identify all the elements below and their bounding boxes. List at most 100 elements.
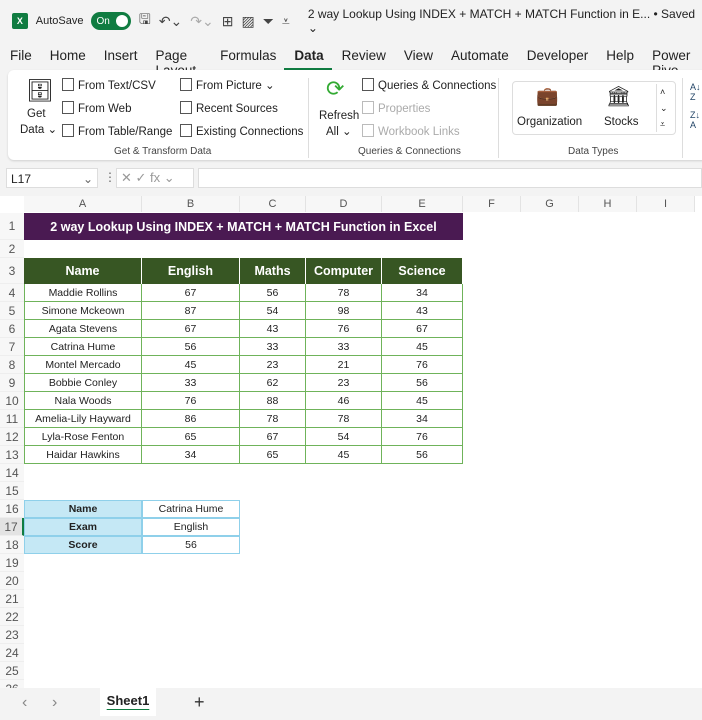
filter-icon[interactable]: ⏷	[263, 13, 274, 30]
spreadsheet-grid[interactable]: A B C D E F G H I 1 2 3 4 5 6 7 8 9 10 11 12 13 14 15 16 17 18 19 20…	[0, 196, 702, 688]
row-header-21[interactable]: 21	[0, 590, 24, 608]
score-cell[interactable]: 67	[142, 284, 240, 302]
score-cell[interactable]: 34	[142, 446, 240, 464]
existing-connections-button[interactable]: Existing Connections	[180, 124, 303, 138]
row-header-18[interactable]: 18	[0, 536, 24, 554]
row-header-10[interactable]: 10	[0, 392, 24, 410]
student-name-cell[interactable]: Agata Stevens	[24, 320, 142, 338]
formula-input[interactable]	[198, 168, 702, 188]
menu-tab-developer[interactable]: Developer	[517, 44, 597, 70]
row-header-8[interactable]: 8	[0, 356, 24, 374]
score-cell[interactable]: 67	[382, 320, 463, 338]
recent-sources-button[interactable]: Recent Sources	[180, 101, 278, 115]
properties-button[interactable]: Properties	[362, 101, 430, 115]
menu-tab-review[interactable]: Review	[332, 44, 394, 70]
menu-tab-view[interactable]: View	[394, 44, 441, 70]
lookup-label-name[interactable]: Name	[24, 500, 142, 518]
row-header-14[interactable]: 14	[0, 464, 24, 482]
table-header-name[interactable]: Name	[24, 258, 142, 284]
menu-tab-insert[interactable]: Insert	[94, 44, 146, 70]
row-header-7[interactable]: 7	[0, 338, 24, 356]
row-header-5[interactable]: 5	[0, 302, 24, 320]
from-table-button[interactable]: From Table/Range	[62, 124, 172, 138]
lookup-value-score[interactable]: 56	[142, 536, 240, 554]
lookup-label-exam[interactable]: Exam	[24, 518, 142, 536]
score-cell[interactable]: 65	[240, 446, 306, 464]
menu-tab-formulas[interactable]: Formulas	[210, 44, 284, 70]
row-header-15[interactable]: 15	[0, 482, 24, 500]
redo-icon[interactable]: ↷⌄	[190, 13, 213, 30]
row-header-4[interactable]: 4	[0, 284, 24, 302]
row-header-9[interactable]: 9	[0, 374, 24, 392]
menu-tab-home[interactable]: Home	[40, 44, 94, 70]
menu-tab-help[interactable]: Help	[596, 44, 642, 70]
row-header-24[interactable]: 24	[0, 644, 24, 662]
from-picture-button[interactable]: From Picture ⌄	[180, 78, 275, 92]
score-cell[interactable]: 86	[142, 410, 240, 428]
score-cell[interactable]: 76	[382, 428, 463, 446]
sheet-title[interactable]: 2 way Lookup Using INDEX + MATCH + MATCH…	[24, 213, 463, 240]
borders-icon[interactable]: ⊞	[222, 13, 234, 30]
menu-tab-automate[interactable]: Automate	[441, 44, 517, 70]
row-header-11[interactable]: 11	[0, 410, 24, 428]
score-cell[interactable]: 46	[306, 392, 382, 410]
student-name-cell[interactable]: Lyla-Rose Fenton	[24, 428, 142, 446]
next-sheet-button[interactable]: ›	[52, 694, 57, 712]
score-cell[interactable]: 45	[306, 446, 382, 464]
score-cell[interactable]: 56	[382, 374, 463, 392]
menu-tab-data[interactable]: Data	[284, 44, 332, 70]
score-cell[interactable]: 21	[306, 356, 382, 374]
column-header-C[interactable]: C	[240, 196, 306, 212]
student-name-cell[interactable]: Haidar Hawkins	[24, 446, 142, 464]
score-cell[interactable]: 34	[382, 410, 463, 428]
score-cell[interactable]: 23	[306, 374, 382, 392]
row-header-25[interactable]: 25	[0, 662, 24, 680]
row-header-2[interactable]: 2	[0, 240, 24, 258]
from-text-button[interactable]: From Text/CSV	[62, 78, 156, 92]
column-header-D[interactable]: D	[306, 196, 382, 212]
student-name-cell[interactable]: Simone Mckeown	[24, 302, 142, 320]
row-header-6[interactable]: 6	[0, 320, 24, 338]
score-cell[interactable]: 78	[306, 410, 382, 428]
score-cell[interactable]: 65	[142, 428, 240, 446]
row-header-20[interactable]: 20	[0, 572, 24, 590]
save-icon[interactable]: 🖫	[139, 9, 151, 33]
score-cell[interactable]: 45	[382, 392, 463, 410]
column-header-G[interactable]: G	[521, 196, 579, 212]
score-cell[interactable]: 76	[142, 392, 240, 410]
score-cell[interactable]: 78	[306, 284, 382, 302]
score-cell[interactable]: 76	[382, 356, 463, 374]
sort-za-icon[interactable]: Z↓ A	[690, 110, 700, 130]
from-web-button[interactable]: From Web	[62, 101, 131, 115]
student-name-cell[interactable]: Maddie Rollins	[24, 284, 142, 302]
name-box[interactable]: L17 ⌄	[6, 168, 98, 188]
score-cell[interactable]: 87	[142, 302, 240, 320]
score-cell[interactable]: 54	[240, 302, 306, 320]
student-name-cell[interactable]: Bobbie Conley	[24, 374, 142, 392]
score-cell[interactable]: 45	[382, 338, 463, 356]
score-cell[interactable]: 45	[142, 356, 240, 374]
autosave-toggle[interactable]: On	[91, 12, 131, 30]
prev-sheet-button[interactable]: ‹	[22, 694, 27, 712]
refresh-all-button[interactable]: Refresh	[319, 110, 359, 122]
tab-sheet1[interactable]: Sheet1	[100, 688, 156, 716]
score-cell[interactable]: 88	[240, 392, 306, 410]
queries-connections-button[interactable]: Queries & Connections	[362, 78, 496, 92]
column-header-E[interactable]: E	[382, 196, 463, 212]
student-name-cell[interactable]: Amelia-Lily Hayward	[24, 410, 142, 428]
score-cell[interactable]: 56	[142, 338, 240, 356]
score-cell[interactable]: 23	[240, 356, 306, 374]
gallery-scroll[interactable]: ˄ ⌄ ⩡	[656, 84, 668, 132]
add-sheet-button[interactable]: +	[194, 692, 205, 713]
get-data-button[interactable]: Get	[27, 108, 46, 120]
score-cell[interactable]: 56	[382, 446, 463, 464]
score-cell[interactable]: 76	[306, 320, 382, 338]
menu-tab-page-layout[interactable]: Page Layout	[146, 44, 211, 78]
table-header-english[interactable]: English	[142, 258, 240, 284]
score-cell[interactable]: 43	[240, 320, 306, 338]
column-header-B[interactable]: B	[142, 196, 240, 212]
row-header-12[interactable]: 12	[0, 428, 24, 446]
score-cell[interactable]: 33	[142, 374, 240, 392]
student-name-cell[interactable]: Nala Woods	[24, 392, 142, 410]
get-data-dropdown[interactable]: Data ⌄	[20, 122, 57, 136]
